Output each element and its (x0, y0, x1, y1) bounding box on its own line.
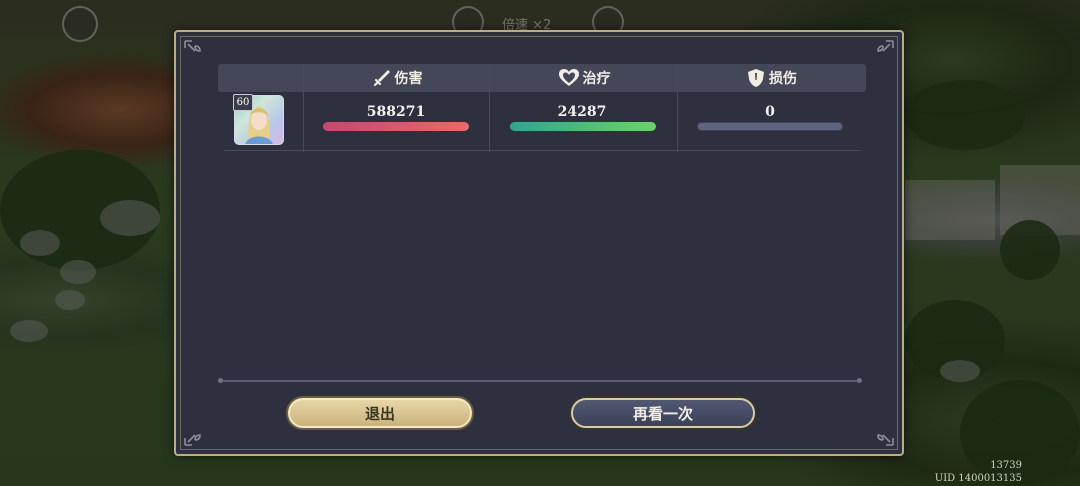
damage-value: 588271 (366, 104, 426, 120)
corner-ornament-icon (184, 434, 201, 446)
column-taken-label: 损伤 (769, 71, 797, 87)
uid-label: UID 1400013135 (934, 473, 1022, 484)
stats-table-header: 伤害 治疗 损伤 (218, 64, 866, 92)
player-id: 13739 (990, 460, 1022, 471)
column-damage: 伤害 (304, 64, 490, 92)
damage-bar-fill (323, 122, 469, 131)
shield-icon (748, 69, 764, 87)
column-taken: 损伤 (678, 64, 866, 92)
heart-icon (558, 69, 579, 86)
healing-value: 24287 (557, 104, 607, 120)
healing-bar-fill (510, 122, 656, 131)
sword-icon (373, 70, 390, 87)
damage-taken-bar (697, 122, 843, 131)
corner-ornament-icon (877, 40, 894, 52)
corner-ornament-icon (877, 434, 894, 446)
column-damage-label: 伤害 (394, 71, 423, 87)
exit-button[interactable]: 退出 (288, 398, 472, 428)
damage-bar (323, 122, 469, 131)
column-healing-label: 治疗 (582, 71, 611, 87)
footer-divider (218, 378, 862, 383)
replay-button[interactable]: 再看一次 (571, 398, 755, 428)
menu-button[interactable] (62, 6, 98, 42)
healing-bar (510, 122, 656, 131)
battle-stats-panel: 伤害 治疗 损伤 60 588271 24287 0 退出 再看一次 (174, 30, 904, 456)
column-healing: 治疗 (490, 64, 678, 92)
damage-taken-value: 0 (765, 104, 775, 120)
corner-ornament-icon (184, 40, 201, 52)
character-level: 60 (233, 94, 253, 111)
row-divider (224, 150, 860, 151)
